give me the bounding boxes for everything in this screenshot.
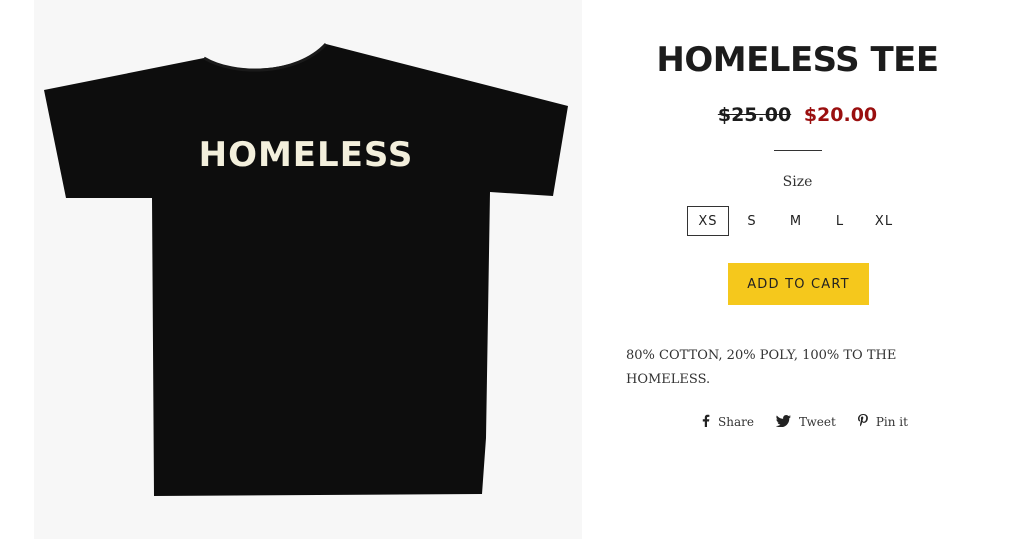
sale-price: $20.00 [803, 104, 878, 126]
size-option-xs[interactable]: XS [687, 206, 729, 236]
size-option-xl[interactable]: XL [863, 206, 905, 236]
pinterest-icon [857, 414, 868, 430]
twitter-icon [775, 414, 791, 430]
product-image[interactable]: HOMELESS [34, 0, 582, 539]
size-option-l[interactable]: L [819, 206, 861, 236]
tshirt-print-text: HOMELESS [199, 135, 414, 175]
product-description: 80% COTTON, 20% POLY, 100% TO THE HOMELE… [626, 348, 897, 387]
product-page: HOMELESS HOMELESS TEE $25.00 $20.00 Size… [0, 0, 1024, 539]
tshirt-image: HOMELESS [44, 42, 568, 496]
share-facebook-link[interactable]: Share [702, 414, 754, 430]
size-option-m[interactable]: M [775, 206, 817, 236]
add-to-cart-button[interactable]: ADD TO CART [728, 263, 869, 305]
divider [774, 150, 822, 151]
share-pinterest-label: Pin it [875, 415, 908, 429]
social-share: Share Tweet Pin it [702, 414, 930, 430]
product-title: HOMELESS TEE [656, 40, 939, 80]
product-details: HOMELESS TEE $25.00 $20.00 Size XS S M L… [590, 0, 1005, 539]
tshirt-body [44, 44, 568, 496]
share-twitter-label: Tweet [798, 415, 836, 429]
original-price: $25.00 [717, 104, 792, 126]
share-twitter-link[interactable]: Tweet [775, 414, 836, 430]
price-block: $25.00 $20.00 [590, 104, 1005, 126]
share-facebook-label: Share [718, 415, 754, 429]
facebook-icon [702, 414, 710, 430]
size-option-s[interactable]: S [731, 206, 773, 236]
size-label: Size [782, 174, 813, 190]
size-selector: XS S M L XL [687, 206, 907, 236]
share-pinterest-link[interactable]: Pin it [857, 414, 908, 430]
